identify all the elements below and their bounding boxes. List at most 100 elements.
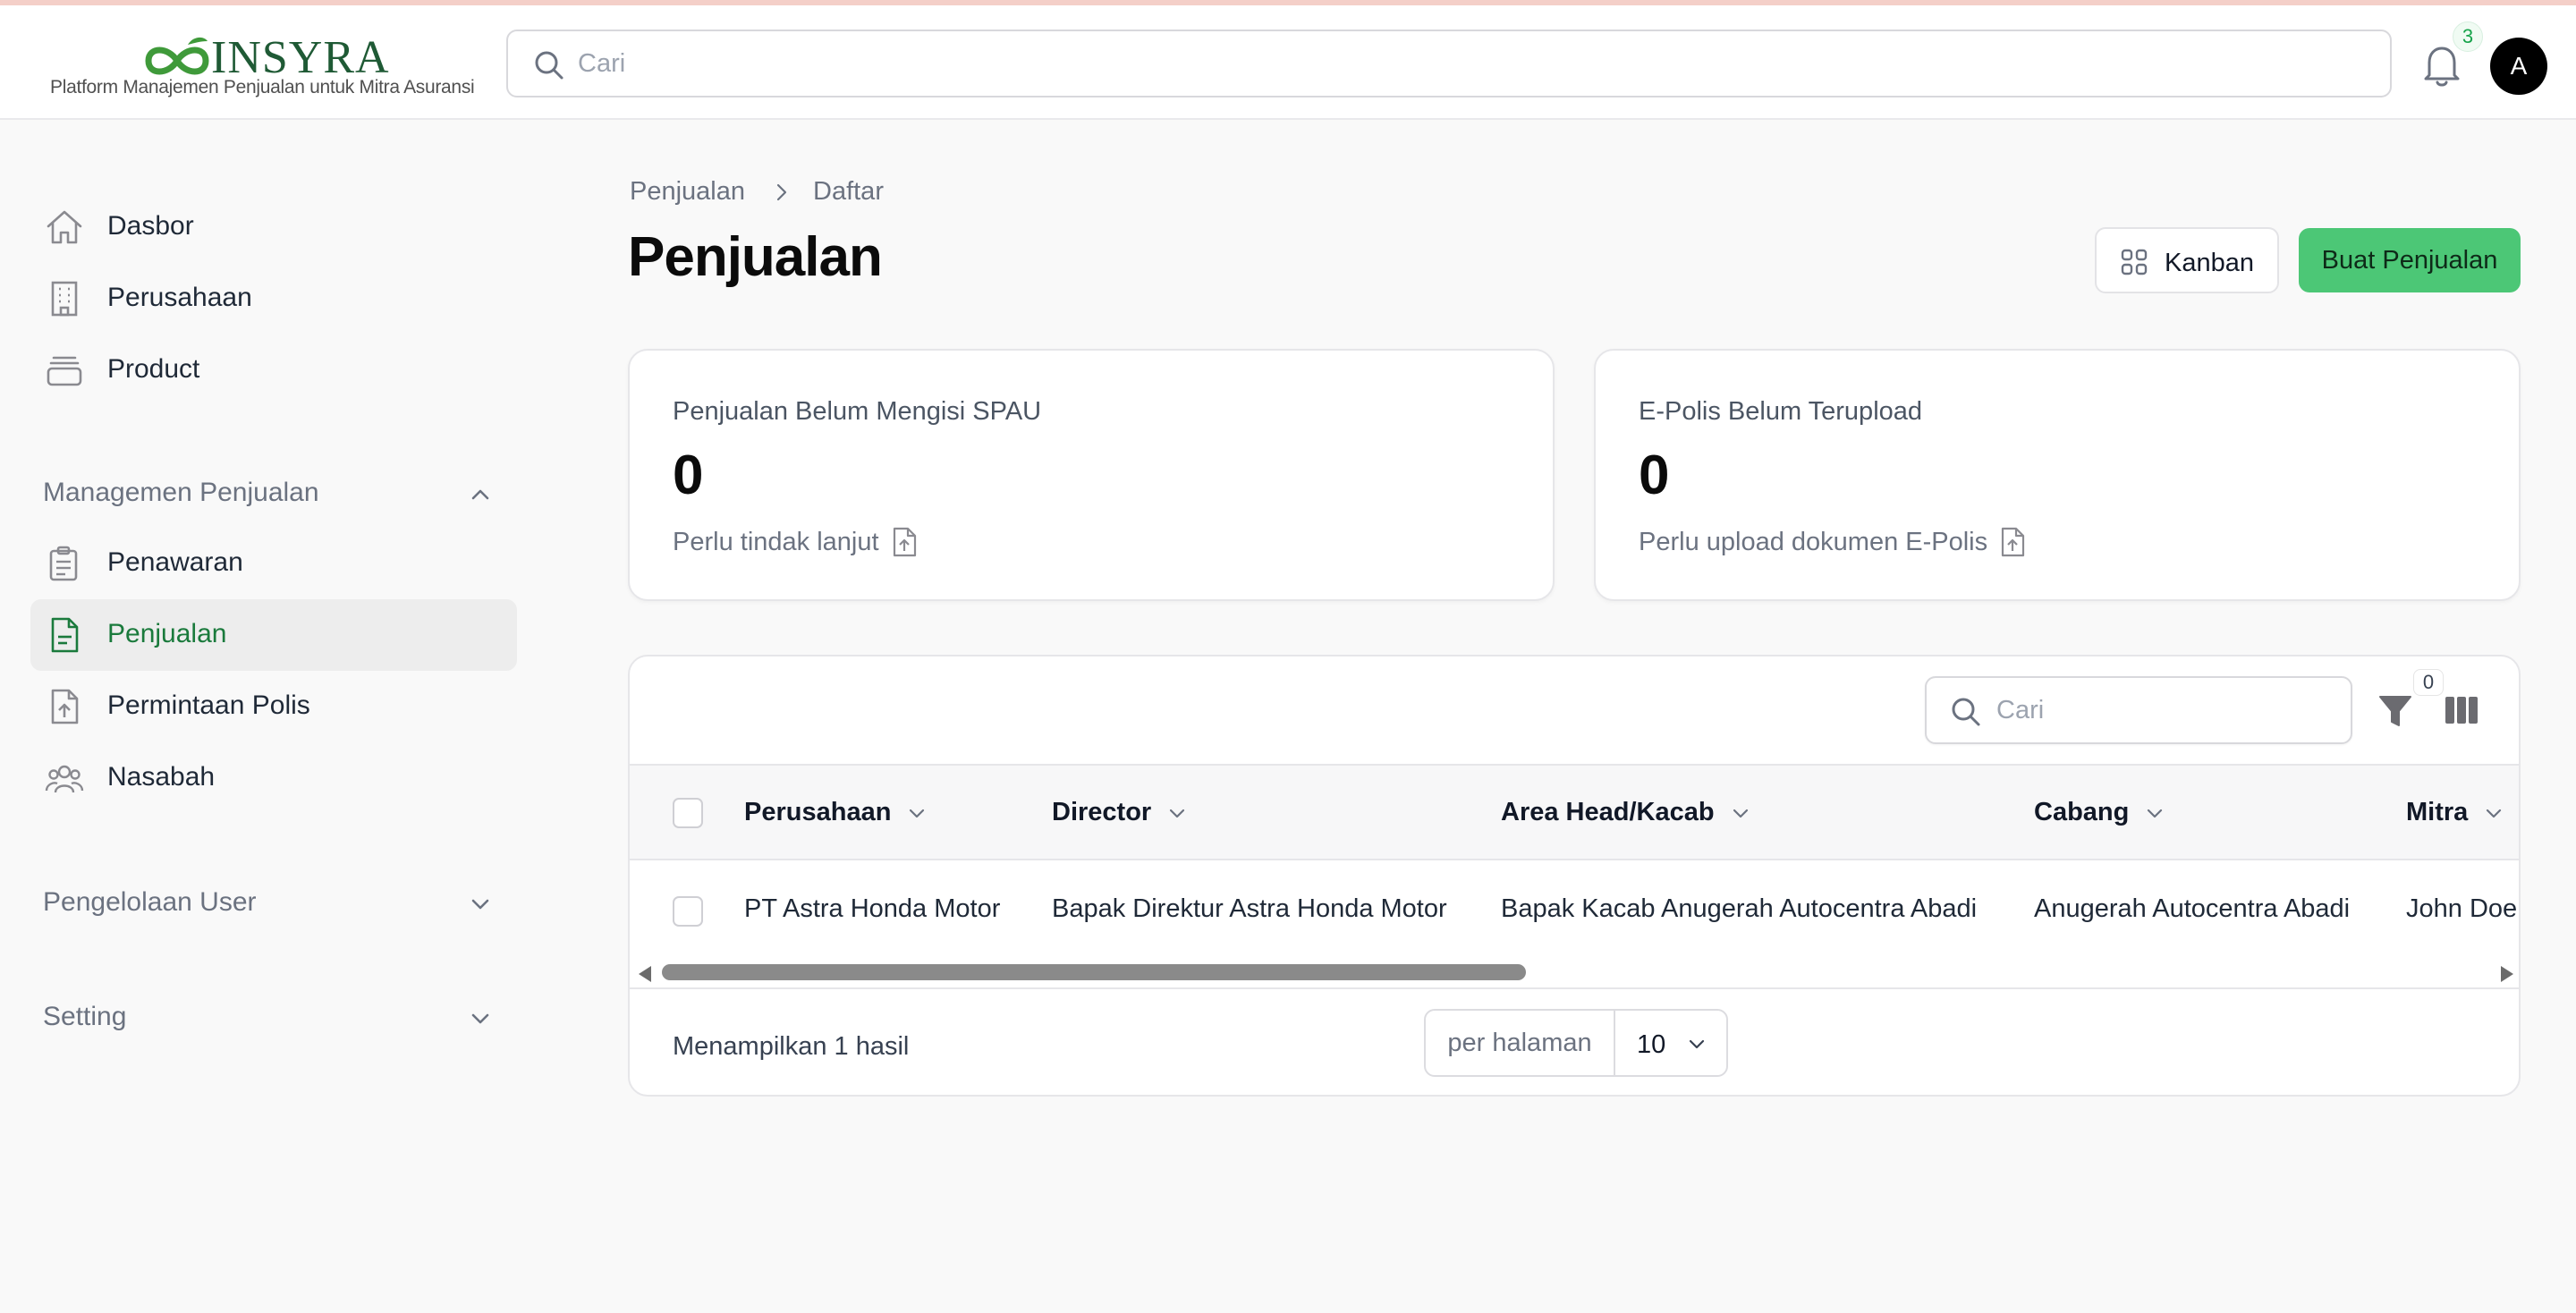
stat-card-epolis: E-Polis Belum Terupload 0 Perlu upload d… <box>1594 349 2521 601</box>
brand-logo[interactable]: INSYRA Platform Manajemen Penjualan untu… <box>47 29 476 104</box>
global-search-input[interactable] <box>578 38 2349 89</box>
stat-note-text: Perlu tindak lanjut <box>673 527 879 556</box>
column-header-cabang[interactable]: Cabang <box>2034 798 2165 827</box>
users-icon <box>45 765 84 793</box>
sidebar-item-label: Penawaran <box>107 547 243 577</box>
cell-cabang: Anugerah Autocentra Abadi <box>2034 894 2351 923</box>
column-header-director[interactable]: Director <box>1052 798 1187 827</box>
kanban-button-label: Kanban <box>2165 249 2254 277</box>
chevron-down-icon <box>2148 809 2163 817</box>
column-header-area-head[interactable]: Area Head/Kacab <box>1501 798 1750 827</box>
archive-box-icon <box>47 356 82 386</box>
stat-note-text: Perlu upload dokumen E-Polis <box>1639 527 1988 556</box>
cell-mitra: John Doe <box>2406 894 2518 923</box>
sidebar-item-permintaan-polis[interactable]: Permintaan Polis <box>30 671 517 742</box>
breadcrumb: Penjualan Daftar <box>630 177 884 207</box>
bell-icon[interactable] <box>2420 41 2463 88</box>
document-icon <box>51 617 79 653</box>
filter-icon[interactable] <box>2377 692 2413 730</box>
chevron-down-icon <box>2487 809 2502 817</box>
user-avatar[interactable]: A <box>2490 38 2547 95</box>
home-icon <box>47 210 82 244</box>
select-all-checkbox[interactable] <box>673 798 703 828</box>
sidebar-item-penjualan[interactable]: Penjualan <box>30 599 517 671</box>
per-page-select[interactable]: per halaman 10 <box>1424 1009 1728 1077</box>
sidebar-item-label: Product <box>107 354 200 384</box>
filter-count-badge: 0 <box>2413 669 2444 696</box>
result-count: Menampilkan 1 hasil <box>673 1032 910 1061</box>
column-header-mitra[interactable]: Mitra <box>2406 798 2504 827</box>
column-header-perusahaan[interactable]: Perusahaan <box>744 798 927 827</box>
cell-perusahaan: PT Astra Honda Motor <box>744 894 1001 923</box>
sidebar-group-managemen-penjualan[interactable]: Managemen Penjualan <box>43 467 517 521</box>
table-search-input[interactable] <box>1996 685 2336 735</box>
column-header-label: Director <box>1052 798 1152 826</box>
sidebar: Dasbor Perusahaan Product Managemen Penj… <box>0 122 537 1313</box>
sidebar-item-product[interactable]: Product <box>30 335 517 406</box>
sidebar-item-label: Dasbor <box>107 211 194 241</box>
stat-title: E-Polis Belum Terupload <box>1639 397 1923 426</box>
per-page-value: 10 <box>1637 1030 1666 1059</box>
sidebar-group-setting[interactable]: Setting <box>43 991 517 1045</box>
table-footer: Menampilkan 1 hasil per halaman 10 <box>630 987 2519 1095</box>
table-row[interactable]: PT Astra Honda Motor Bapak Direktur Astr… <box>630 860 2519 961</box>
infinity-logo-icon <box>145 37 209 75</box>
document-upload-icon <box>893 527 916 557</box>
sidebar-group-label: Setting <box>43 1002 127 1031</box>
cell-director: Bapak Direktur Astra Honda Motor <box>1052 894 1447 923</box>
column-header-label: Area Head/Kacab <box>1501 798 1715 826</box>
chevron-down-icon <box>910 809 925 817</box>
horizontal-scrollbar[interactable] <box>630 959 2519 986</box>
stat-note: Perlu upload dokumen E-Polis <box>1639 526 2027 558</box>
document-upload-icon <box>2002 527 2025 557</box>
sidebar-group-label: Pengelolaan User <box>43 887 257 917</box>
clipboard-icon <box>49 546 78 581</box>
sidebar-item-label: Penjualan <box>107 619 227 648</box>
breadcrumb-item-daftar: Daftar <box>813 177 884 206</box>
document-upload-icon <box>51 689 79 724</box>
stat-title: Penjualan Belum Mengisi SPAU <box>673 397 1042 426</box>
sidebar-item-label: Permintaan Polis <box>107 690 310 720</box>
sidebar-item-dasbor[interactable]: Dasbor <box>30 191 517 263</box>
column-header-label: Mitra <box>2406 798 2469 826</box>
scroll-left-arrow[interactable] <box>639 966 651 982</box>
brand-tagline: Platform Manajemen Penjualan untuk Mitra… <box>50 77 475 97</box>
sidebar-item-perusahaan[interactable]: Perusahaan <box>30 263 517 335</box>
logo-row: INSYRA <box>141 34 390 82</box>
table-search[interactable] <box>1925 676 2352 744</box>
cell-area-head: Bapak Kacab Anugerah Autocentra Abadi <box>1501 894 1978 923</box>
global-search[interactable] <box>506 30 2392 97</box>
row-select-checkbox[interactable] <box>673 896 703 927</box>
chevron-down-icon <box>1689 1039 1705 1049</box>
column-header-label: Perusahaan <box>744 798 892 826</box>
search-icon <box>1952 698 1980 726</box>
sidebar-item-label: Perusahaan <box>107 283 252 312</box>
chevron-up-icon <box>471 489 489 500</box>
create-sale-button[interactable]: Buat Penjualan <box>2299 228 2521 292</box>
sidebar-group-label: Managemen Penjualan <box>43 478 319 507</box>
chevron-down-icon <box>1170 809 1185 817</box>
page-title: Penjualan <box>628 226 883 288</box>
stat-value: 0 <box>673 445 704 506</box>
sidebar-item-label: Nasabah <box>107 762 216 792</box>
chevron-right-icon <box>776 183 787 200</box>
kanban-button[interactable]: Kanban <box>2095 227 2279 293</box>
building-icon <box>51 281 78 317</box>
app-header: INSYRA Platform Manajemen Penjualan untu… <box>0 5 2576 120</box>
search-icon <box>535 51 564 80</box>
columns-icon[interactable] <box>2444 692 2479 728</box>
scrollbar-thumb[interactable] <box>662 964 1526 980</box>
breadcrumb-item-penjualan[interactable]: Penjualan <box>630 177 745 207</box>
column-header-label: Cabang <box>2034 798 2130 826</box>
chevron-down-icon <box>1733 809 1748 817</box>
sidebar-item-penawaran[interactable]: Penawaran <box>30 528 517 599</box>
sidebar-item-nasabah[interactable]: Nasabah <box>30 742 517 814</box>
stat-card-spau: Penjualan Belum Mengisi SPAU 0 Perlu tin… <box>628 349 1555 601</box>
scroll-right-arrow[interactable] <box>2501 966 2513 982</box>
chevron-down-icon <box>471 899 489 910</box>
sidebar-group-pengelolaan-user[interactable]: Pengelolaan User <box>43 877 517 930</box>
table-header: Perusahaan Director Area Head/Kacab Caba… <box>630 764 2519 860</box>
sales-table-card: 0 Perusahaan Director Area Head/Kacab Ca… <box>628 655 2521 1097</box>
stat-value: 0 <box>1639 445 1670 506</box>
brand-name: INSYRA <box>211 32 390 83</box>
